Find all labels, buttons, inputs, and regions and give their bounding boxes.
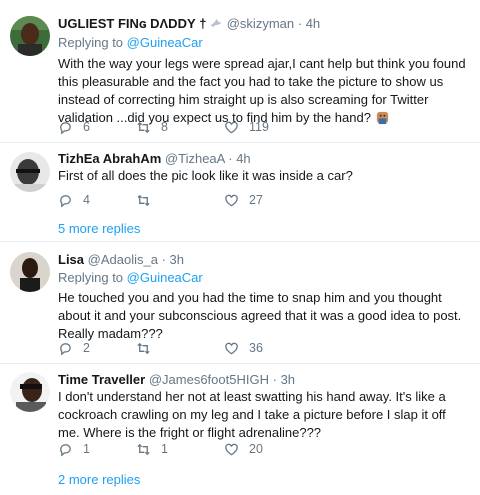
timestamp[interactable]: 3h	[170, 252, 184, 267]
show-more-replies-link[interactable]: 2 more replies	[58, 472, 140, 488]
show-more-replies-link[interactable]: 5 more replies	[58, 221, 140, 237]
author-handle[interactable]: @TizheaA	[165, 151, 225, 166]
tweet-actions: 1 1 20	[58, 441, 358, 457]
author-name[interactable]: TizhEa AbrahAm	[58, 151, 161, 166]
timestamp[interactable]: 4h	[306, 16, 320, 31]
tweet-text: He touched you and you had the time to s…	[58, 289, 468, 343]
timestamp[interactable]: 4h	[236, 151, 250, 166]
retweet-icon	[137, 121, 150, 133]
blushing-face-icon	[376, 111, 388, 125]
retweet-icon	[137, 443, 150, 455]
tweet-text-content: First of all does the pic look like it w…	[58, 168, 353, 183]
reply-button[interactable]: 4	[58, 192, 90, 208]
replying-to-line: Replying to @GuineaCar	[58, 270, 203, 286]
tweet-actions: 6 8 119	[58, 119, 358, 135]
separator: ·	[272, 372, 277, 387]
tweet-4[interactable]: Time Traveller @James6foot5HIGH · 3h I d…	[0, 364, 480, 495]
dove-icon	[210, 18, 222, 28]
replying-prefix: Replying to	[58, 35, 124, 50]
like-button[interactable]: 20	[224, 441, 263, 457]
tweet-actions: 2 36	[58, 340, 358, 356]
tweet-header: UGLIEST FINɢ DΛDDY † @skizyman · 4h	[58, 16, 320, 32]
reply-button[interactable]: 6	[58, 119, 90, 135]
reply-count: 6	[83, 120, 90, 134]
author-name[interactable]: Lisa	[58, 252, 84, 267]
avatar[interactable]	[10, 372, 50, 412]
tweet-actions: 4 27	[58, 192, 358, 208]
replying-to-line: Replying to @GuineaCar	[58, 35, 203, 51]
heart-icon	[225, 194, 238, 206]
separator: ·	[297, 16, 303, 31]
author-handle[interactable]: @skizyman	[227, 16, 294, 31]
reply-icon	[60, 121, 71, 134]
like-count: 36	[249, 341, 263, 355]
reply-count: 4	[83, 193, 90, 207]
author-handle[interactable]: @James6foot5HIGH	[149, 372, 269, 387]
tweet-header: Time Traveller @James6foot5HIGH · 3h	[58, 372, 295, 388]
avatar[interactable]	[10, 16, 50, 56]
like-button[interactable]: 27	[224, 192, 263, 208]
tweet-2[interactable]: TizhEa AbrahAm @TizheaA · 4h First of al…	[0, 143, 480, 238]
reply-icon	[60, 342, 71, 355]
tweet-text: With the way your legs were spread ajar,…	[58, 55, 468, 127]
heart-icon	[225, 121, 238, 133]
tweet-text: I don't understand her not at least swat…	[58, 388, 468, 442]
like-button[interactable]: 119	[224, 119, 269, 135]
like-count: 27	[249, 193, 263, 207]
reply-icon	[60, 194, 71, 207]
retweet-button[interactable]: 8	[136, 119, 168, 135]
timestamp[interactable]: 3h	[281, 372, 295, 387]
retweet-button[interactable]: 1	[136, 441, 168, 457]
reply-icon	[60, 443, 71, 456]
reply-count: 2	[83, 341, 90, 355]
author-handle[interactable]: @Adaolis_a	[88, 252, 158, 267]
like-count: 20	[249, 442, 263, 456]
tweet-header: TizhEa AbrahAm @TizheaA · 4h	[58, 151, 251, 167]
retweet-icon	[137, 342, 150, 354]
separator: ·	[161, 252, 166, 267]
tweet-text-content: He touched you and you had the time to s…	[58, 290, 462, 341]
tweet-1[interactable]: UGLIEST FINɢ DΛDDY † @skizyman · 4h Repl…	[0, 0, 480, 141]
author-name[interactable]: UGLIEST FINɢ DΛDDY	[58, 16, 196, 31]
reply-button[interactable]: 2	[58, 340, 90, 356]
heart-icon	[225, 443, 238, 455]
author-name[interactable]: Time Traveller	[58, 372, 145, 387]
replying-prefix: Replying to	[58, 270, 124, 285]
separator: ·	[228, 151, 233, 166]
like-button[interactable]: 36	[224, 340, 263, 356]
tweet-3[interactable]: Lisa @Adaolis_a · 3h Replying to @Guinea…	[0, 242, 480, 362]
tweet-header: Lisa @Adaolis_a · 3h	[58, 252, 184, 268]
replying-to-handle[interactable]: @GuineaCar	[127, 35, 203, 50]
replying-to-handle[interactable]: @GuineaCar	[127, 270, 203, 285]
tweet-text: First of all does the pic look like it w…	[58, 167, 468, 185]
retweet-icon	[137, 194, 150, 206]
retweet-count: 8	[161, 120, 168, 134]
tweet-text-content: I don't understand her not at least swat…	[58, 389, 446, 440]
reply-button[interactable]: 1	[58, 441, 90, 457]
avatar[interactable]	[10, 152, 50, 192]
retweet-button[interactable]	[136, 340, 161, 356]
author-name-suffix: †	[199, 16, 207, 31]
retweet-button[interactable]	[136, 192, 161, 208]
like-count: 119	[249, 120, 269, 134]
avatar[interactable]	[10, 252, 50, 292]
heart-icon	[225, 342, 238, 354]
reply-count: 1	[83, 442, 90, 456]
retweet-count: 1	[161, 442, 168, 456]
tweet-text-content: With the way your legs were spread ajar,…	[58, 56, 466, 125]
